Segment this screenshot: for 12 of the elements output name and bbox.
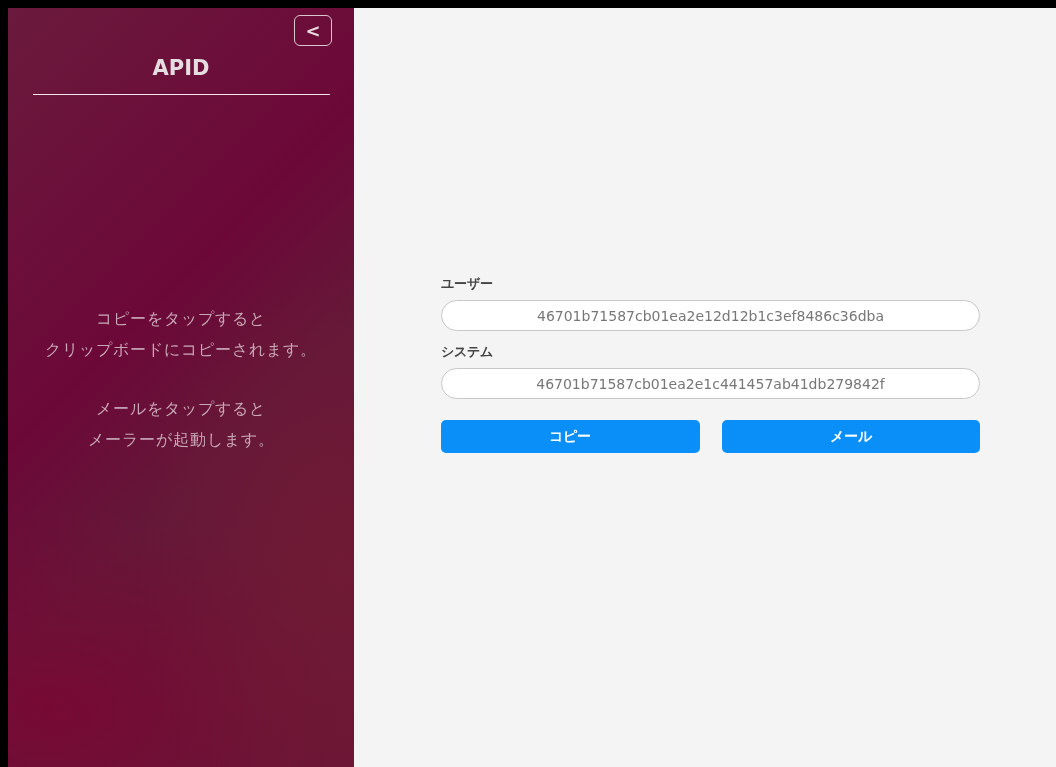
sidebar-title: APID bbox=[151, 56, 211, 80]
action-button[interactable]: コピー bbox=[441, 420, 700, 453]
back-button[interactable]: < bbox=[294, 15, 332, 46]
action-button[interactable]: メール bbox=[721, 420, 980, 453]
id-field[interactable]: 46701b71587cb01ea2e12d12b1c3ef8486c36dba bbox=[441, 300, 980, 331]
field-label: システム bbox=[441, 343, 494, 361]
help-text: コピーをタップすると bbox=[96, 309, 266, 330]
help-text: クリップボードにコピーされます。 bbox=[45, 340, 317, 361]
help-text: メーラーが起動します。 bbox=[87, 430, 275, 451]
help-text: メールをタップすると bbox=[96, 399, 266, 420]
id-field[interactable]: 46701b71587cb01ea2e1c441457ab41db279842f bbox=[441, 368, 980, 399]
field-label: ユーザー bbox=[441, 275, 494, 293]
